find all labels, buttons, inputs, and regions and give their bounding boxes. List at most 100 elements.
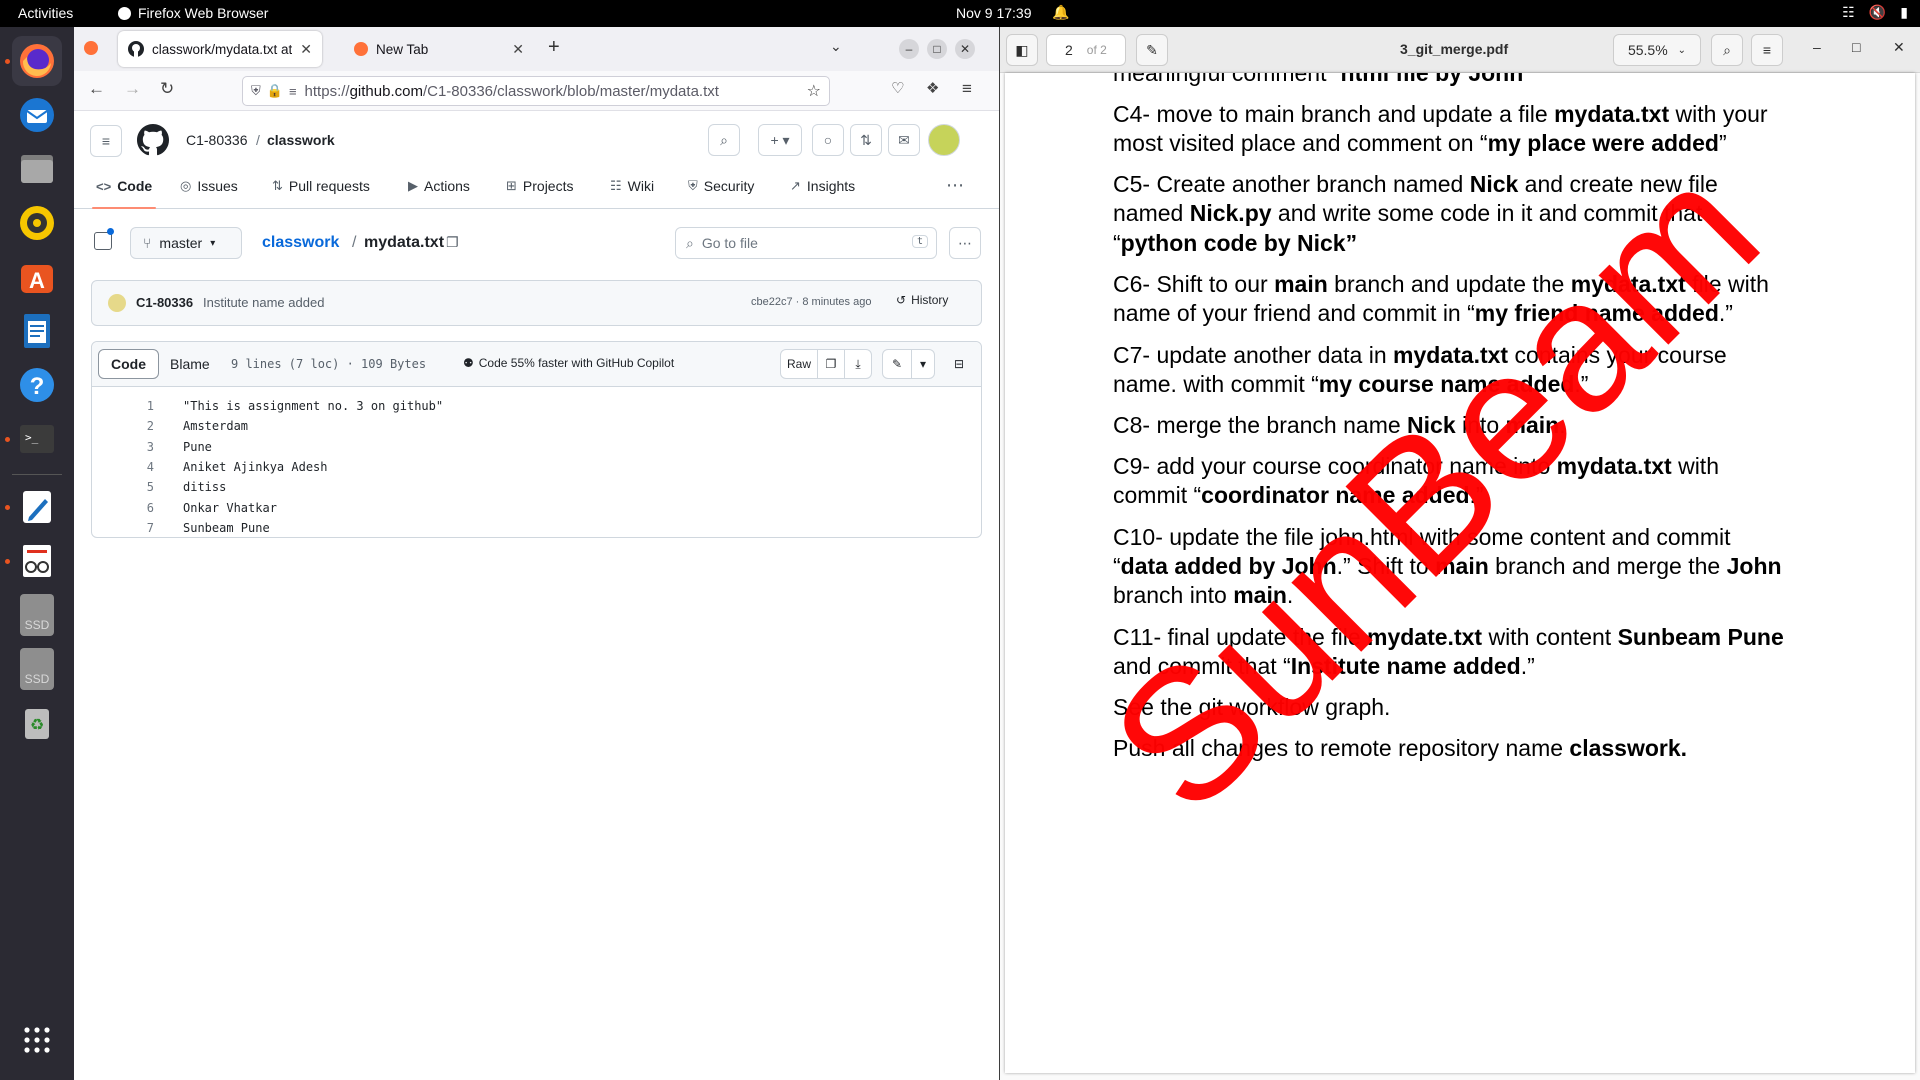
tab-new-tab[interactable]: New Tab ✕ bbox=[344, 31, 534, 67]
ssd-drive-icon[interactable]: SSD bbox=[12, 644, 62, 694]
reload-icon[interactable]: ↻ bbox=[160, 79, 174, 99]
tab-security[interactable]: ⛨ Security bbox=[688, 178, 754, 194]
thunderbird-icon[interactable] bbox=[12, 90, 62, 140]
symbols-panel-icon[interactable]: ⊟ bbox=[945, 349, 973, 379]
line-number[interactable]: 1 bbox=[128, 396, 154, 416]
writer-icon[interactable] bbox=[12, 306, 62, 356]
firefox-window: classwork/mydata.txt at ✕ New Tab ✕ + ⌄ … bbox=[74, 27, 999, 1080]
lock-icon[interactable]: 🔒 bbox=[267, 83, 283, 99]
tab-projects[interactable]: ⊞ Projects bbox=[506, 178, 573, 194]
hamburger-menu-icon[interactable]: ≡ bbox=[90, 125, 122, 157]
notification-bell-icon[interactable]: 🔔 bbox=[1052, 4, 1069, 21]
tab-insights[interactable]: ↗ Insights bbox=[790, 178, 855, 194]
avatar[interactable] bbox=[928, 124, 960, 156]
inbox-icon[interactable]: ✉ bbox=[888, 124, 920, 156]
tab-issues[interactable]: ◎ Issues bbox=[180, 178, 238, 194]
page-selector[interactable]: 2 of 2 bbox=[1046, 34, 1126, 66]
close-window-button[interactable]: ✕ bbox=[1893, 39, 1905, 56]
commit-meta[interactable]: cbe22c7 · 8 minutes ago bbox=[751, 296, 871, 308]
forward-arrow-icon[interactable]: → bbox=[124, 79, 141, 99]
history-button[interactable]: ↺ History bbox=[896, 293, 948, 307]
issues-icon[interactable]: ○ bbox=[812, 124, 844, 156]
tab-wiki[interactable]: ☷ Wiki bbox=[610, 178, 654, 194]
annotate-pencil-icon[interactable]: ✎ bbox=[1136, 34, 1168, 66]
files-icon[interactable] bbox=[12, 144, 62, 194]
text-editor-icon[interactable] bbox=[12, 482, 62, 532]
pocket-icon[interactable]: ♡ bbox=[891, 79, 904, 97]
firefox-view-icon[interactable] bbox=[84, 41, 98, 55]
line-number[interactable]: 5 bbox=[128, 477, 154, 497]
tracking-shield-icon[interactable]: ⛨ bbox=[251, 83, 261, 99]
edit-pencil-icon[interactable]: ✎ bbox=[882, 349, 912, 379]
clock[interactable]: Nov 9 17:39 bbox=[956, 5, 1032, 21]
download-icon[interactable]: ⤓ bbox=[844, 349, 872, 379]
line-number[interactable]: 4 bbox=[128, 457, 154, 477]
raw-button[interactable]: Raw bbox=[780, 349, 818, 379]
menu-icon[interactable]: ≡ bbox=[1751, 34, 1783, 66]
minimize-button[interactable]: – bbox=[899, 39, 919, 59]
permissions-icon[interactable]: ≡ bbox=[289, 84, 297, 99]
firefox-icon[interactable] bbox=[12, 36, 62, 86]
copy-raw-icon[interactable]: ❐ bbox=[817, 349, 845, 379]
chevron-down-icon: ▾ bbox=[210, 237, 216, 249]
terminal-icon[interactable]: >_ bbox=[12, 414, 62, 464]
copy-path-icon[interactable]: ❐ bbox=[446, 234, 459, 251]
create-new-dropdown[interactable]: + ▾ bbox=[758, 124, 802, 156]
zoom-selector[interactable]: 55.5% ⌄ bbox=[1613, 34, 1701, 66]
commit-message[interactable]: Institute name added bbox=[203, 295, 324, 310]
commit-author[interactable]: C1-80336 bbox=[136, 295, 193, 310]
edit-dropdown-icon[interactable]: ▾ bbox=[911, 349, 935, 379]
line-number[interactable]: 3 bbox=[128, 437, 154, 457]
minimize-button[interactable]: – bbox=[1813, 39, 1821, 55]
file-header: ⑂ master ▾ classwork / mydata.txt ❐ ⌕ Go… bbox=[74, 226, 999, 266]
search-icon[interactable]: ⌕ bbox=[1711, 34, 1743, 66]
document-viewer-icon[interactable] bbox=[12, 536, 62, 586]
maximize-button[interactable]: □ bbox=[927, 39, 947, 59]
search-icon[interactable]: ⌕ bbox=[708, 124, 740, 156]
pull-requests-icon[interactable]: ⇅ bbox=[850, 124, 882, 156]
close-tab-icon[interactable]: ✕ bbox=[300, 41, 312, 58]
tab-actions[interactable]: ▶ Actions bbox=[408, 178, 470, 194]
line-number[interactable]: 6 bbox=[128, 498, 154, 518]
copilot-promo[interactable]: ⚉ Code 55% faster with GitHub Copilot bbox=[463, 356, 674, 370]
rhythmbox-icon[interactable] bbox=[12, 198, 62, 248]
breadcrumb-repo[interactable]: classwork bbox=[262, 234, 339, 252]
app-menu[interactable]: Firefox Web Browser bbox=[118, 5, 268, 21]
help-icon[interactable]: ? bbox=[12, 360, 62, 410]
pdf-page: meaningful comment “html file by John C4… bbox=[1005, 73, 1915, 1073]
tab-github[interactable]: classwork/mydata.txt at ✕ bbox=[118, 31, 322, 67]
more-icon[interactable]: ⋯ bbox=[946, 175, 964, 196]
trash-icon[interactable]: ♻ bbox=[12, 698, 62, 748]
close-tab-icon[interactable]: ✕ bbox=[512, 41, 524, 58]
text-line: “python code by Nick” bbox=[1113, 230, 1358, 256]
repo-link[interactable]: classwork bbox=[267, 132, 335, 148]
ssd-drive-icon[interactable]: SSD bbox=[12, 590, 62, 640]
code-icon: <> bbox=[96, 178, 112, 194]
more-options-icon[interactable]: ⋯ bbox=[949, 227, 981, 259]
bookmark-star-icon[interactable]: ☆ bbox=[807, 81, 821, 101]
line-number[interactable]: 2 bbox=[128, 416, 154, 436]
tab-code[interactable]: <> Code bbox=[91, 178, 157, 209]
github-logo-icon[interactable] bbox=[137, 124, 169, 156]
app-grid-icon[interactable] bbox=[12, 1015, 62, 1065]
system-tray[interactable]: ☷ 🔇 ▮ bbox=[1842, 4, 1908, 21]
line-number[interactable]: 7 bbox=[128, 518, 154, 538]
app-menu-icon[interactable]: ≡ bbox=[962, 79, 972, 99]
app-center-icon[interactable]: A bbox=[12, 252, 62, 302]
close-window-button[interactable]: ✕ bbox=[955, 39, 975, 59]
go-to-file-input[interactable]: ⌕ Go to file t bbox=[675, 227, 937, 259]
extensions-icon[interactable]: ❖ bbox=[926, 79, 939, 97]
maximize-button[interactable]: □ bbox=[1852, 39, 1860, 55]
url-bar[interactable]: ⛨ 🔒 ≡ https://github.com/C1-80336/classw… bbox=[242, 76, 830, 106]
list-all-tabs-icon[interactable]: ⌄ bbox=[830, 38, 842, 55]
owner-link[interactable]: C1-80336 bbox=[186, 132, 248, 148]
sidebar-toggle-icon[interactable]: ◧ bbox=[1006, 34, 1038, 66]
tab-pull-requests[interactable]: ⇅ Pull requests bbox=[272, 178, 370, 194]
code-view-tab[interactable]: Code bbox=[98, 349, 159, 379]
activities-button[interactable]: Activities bbox=[18, 5, 73, 21]
commit-author-avatar[interactable] bbox=[108, 294, 126, 312]
blame-view-tab[interactable]: Blame bbox=[158, 349, 222, 379]
back-arrow-icon[interactable]: ← bbox=[88, 79, 105, 99]
branch-selector[interactable]: ⑂ master ▾ bbox=[130, 227, 242, 259]
new-tab-button[interactable]: + bbox=[548, 36, 560, 59]
